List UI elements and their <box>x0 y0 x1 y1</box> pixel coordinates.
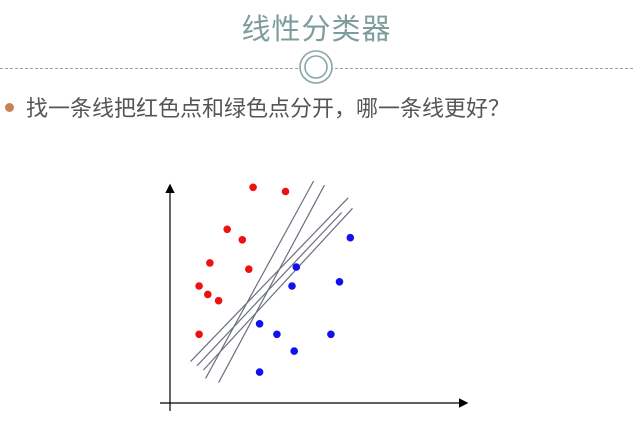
blue-point-2 <box>292 263 301 271</box>
red-point-7 <box>195 282 203 290</box>
red-point-6 <box>245 265 253 274</box>
red-point-1 <box>249 183 257 192</box>
separating-line-2 <box>218 184 325 383</box>
blue-point-3 <box>288 282 296 290</box>
red-point-5 <box>206 259 214 267</box>
blue-point-9 <box>255 368 264 376</box>
blue-point-7 <box>290 347 299 355</box>
red-point-4 <box>238 236 247 244</box>
red-point-3 <box>223 225 231 234</box>
blue-point-1 <box>346 233 355 242</box>
red-point-9 <box>214 296 223 305</box>
separating-line-5 <box>196 212 343 367</box>
data-points <box>195 183 355 376</box>
blue-point-6 <box>273 330 281 339</box>
blue-point-4 <box>335 278 344 286</box>
blue-point-8 <box>327 330 335 339</box>
red-point-8 <box>204 290 212 299</box>
scatter-diagram <box>160 180 469 411</box>
red-point-2 <box>281 187 290 196</box>
separating-line-1 <box>205 180 315 379</box>
separating-lines <box>190 180 353 383</box>
separating-line-3 <box>190 197 349 363</box>
blue-point-5 <box>255 320 264 328</box>
red-point-10 <box>195 330 203 339</box>
